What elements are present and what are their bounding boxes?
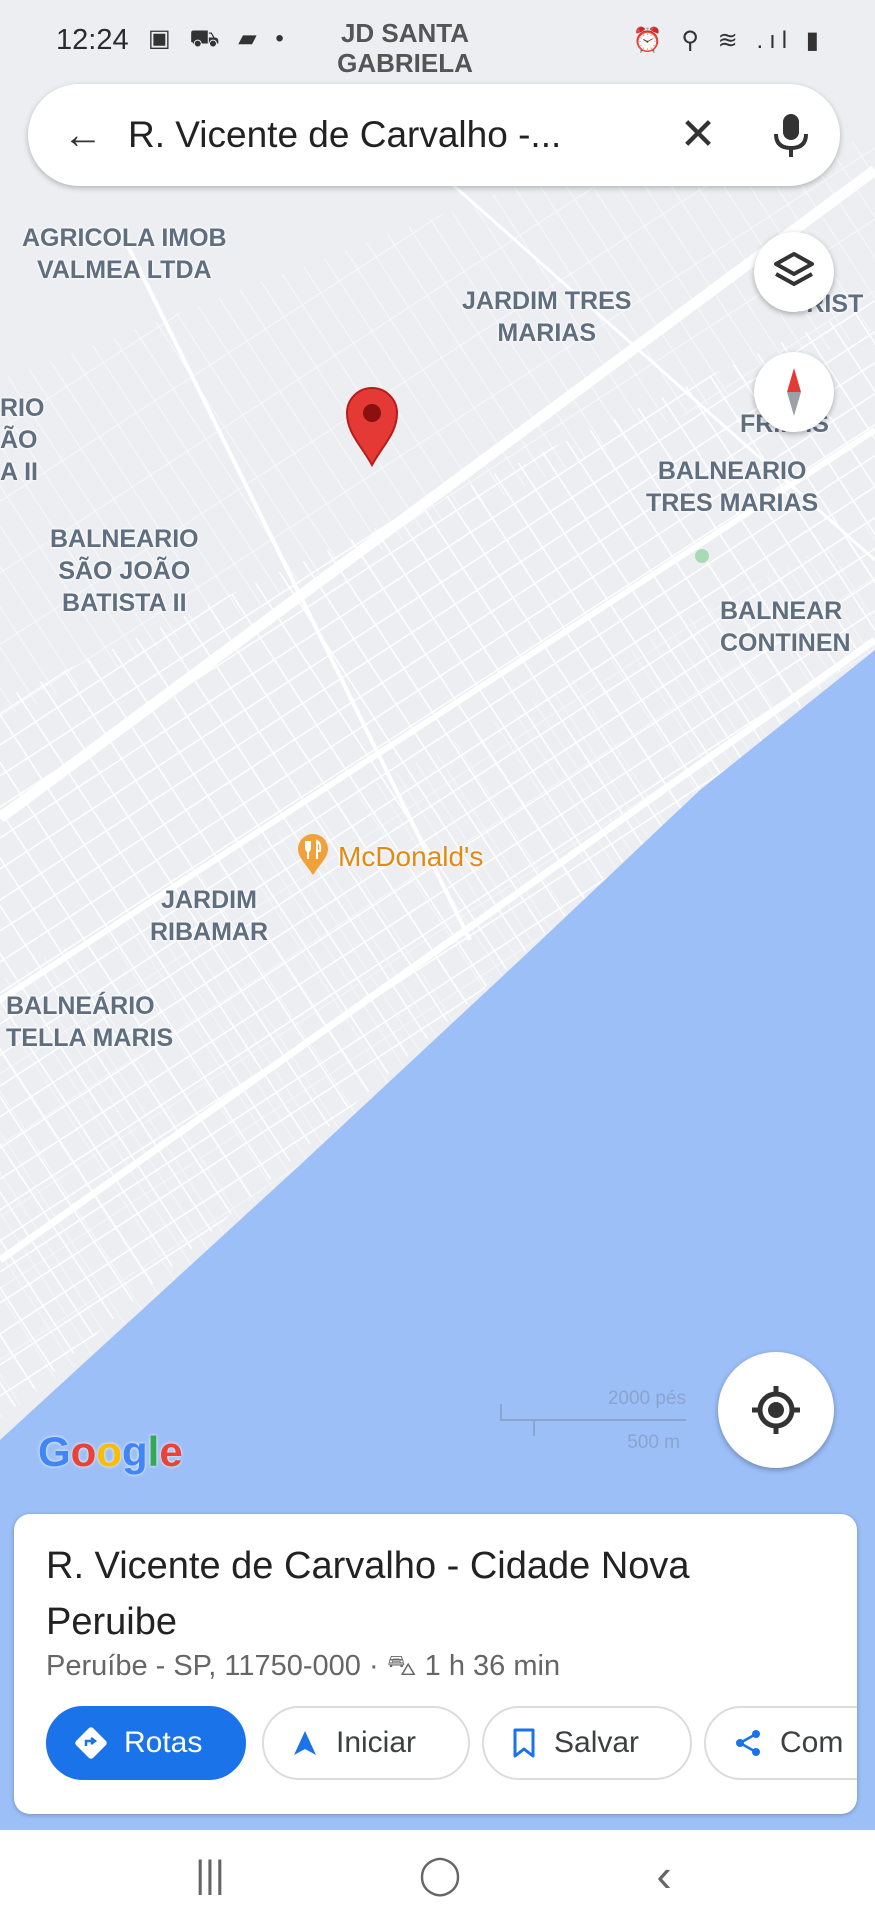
layers-button[interactable] [754,232,834,312]
start-navigation-button[interactable]: Iniciar [262,1706,470,1780]
my-location-button[interactable] [718,1352,834,1468]
system-status-icons: ⏰ ⚲ ≋ .ıl ▮ [632,27,825,54]
search-query[interactable]: R. Vicente de Carvalho -... [128,114,561,156]
microphone-icon[interactable] [768,110,814,160]
place-card[interactable]: R. Vicente de Carvalho - Cidade Nova Per… [14,1514,857,1814]
directions-icon [75,1727,107,1759]
map-label-balneario-continental: BALNEAR CONTINEN [720,597,851,657]
map-label-balneario-partial: RIO ÃO A II [0,394,45,486]
map-label-agricola: AGRICOLA IMOB VALMEA LTDA [22,224,227,284]
search-bar[interactable]: ← R. Vicente de Carvalho -... ✕ [28,84,840,186]
recents-button[interactable]: ||| [180,1852,240,1898]
clear-icon[interactable]: ✕ [668,108,728,162]
restaurant-pin-icon [298,834,328,875]
crosshair-location-icon [752,1386,800,1434]
notification-icons: ▣ ⛟ ▰ • [148,25,290,52]
map-label-balneario-tres-marias: BALNEARIO TRES MARIAS [646,457,819,517]
layers-icon [774,252,814,286]
share-icon [736,1730,760,1756]
bookmark-icon [513,1728,535,1758]
save-button[interactable]: Salvar [482,1706,692,1780]
status-bar: 12:24 ▣ ⛟ ▰ • JD SANTA GABRIELA ⏰ ⚲ ≋ .ı… [0,0,875,80]
place-title: R. Vicente de Carvalho - Cidade Nova Per… [46,1545,690,1643]
map-scale: 2000 pés 500 m [500,1388,686,1453]
back-button[interactable]: ‹ [634,1852,694,1898]
location-pin-icon[interactable] [343,385,401,467]
status-location-text: JD SANTA GABRIELA [337,18,473,78]
map-label-balneario-stella-maris: BALNEÁRIO TELLA MARIS [6,992,174,1052]
directions-label: Rotas [124,1726,203,1759]
system-navigation-bar: ||| ◯ ‹ [0,1830,875,1919]
share-label: Com [780,1726,844,1759]
google-logo: Google [38,1428,183,1475]
directions-button[interactable]: Rotas [46,1706,246,1780]
map-label-jardim-ribamar: JARDIM RIBAMAR [150,886,269,946]
compass-icon [787,368,801,416]
scale-label-feet: 2000 pés [607,1388,686,1409]
maps-screen: 12:24 ▣ ⛟ ▰ • JD SANTA GABRIELA ⏰ ⚲ ≋ .ı… [0,0,875,1919]
map-label-balneario-sao-joao: BALNEARIO SÃO JOÃO BATISTA II [50,525,199,617]
back-arrow-icon[interactable]: ← [58,108,108,162]
compass-button[interactable] [754,352,834,432]
share-button[interactable]: Com [704,1706,857,1780]
poi-label: McDonald's [338,841,484,872]
navigation-arrow-icon [294,1731,316,1755]
home-button[interactable]: ◯ [410,1852,470,1898]
place-address-eta: Peruíbe - SP, 11750-000 · ⛍ 1 h 36 min [46,1650,561,1682]
start-label: Iniciar [336,1726,417,1759]
status-time: 12:24 [56,24,129,56]
scale-label-meters: 500 m [627,1432,680,1453]
map-label-jardim-tres-marias: JARDIM TRES MARIAS [462,287,632,347]
save-label: Salvar [554,1726,640,1759]
